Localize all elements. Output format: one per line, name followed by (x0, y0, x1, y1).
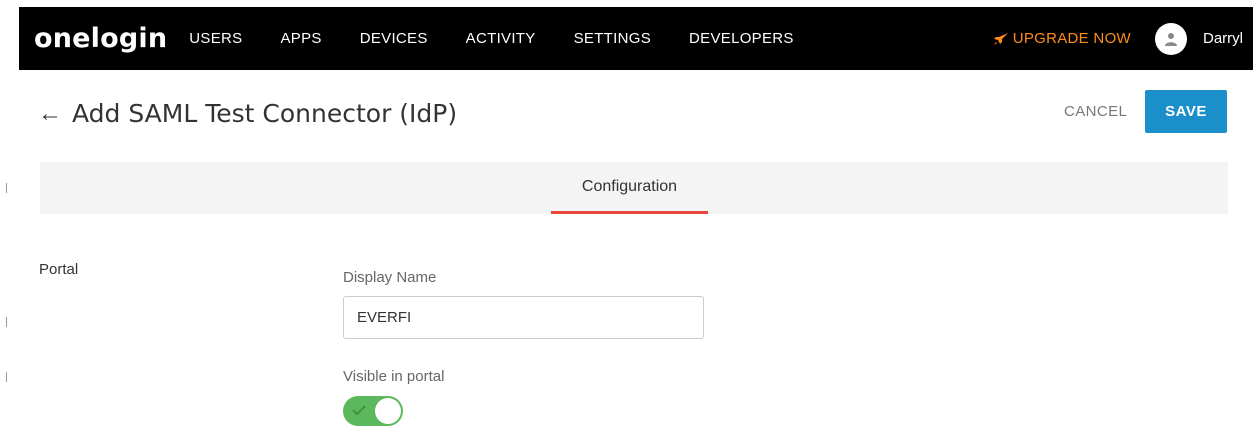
nav-item-users[interactable]: USERS (189, 30, 242, 47)
display-name-input[interactable] (343, 296, 704, 339)
tab-configuration-label: Configuration (581, 177, 678, 195)
portal-section-label: Portal (39, 261, 79, 278)
nav-item-developers[interactable]: DEVELOPERS (689, 30, 794, 47)
top-navigation-bar: onelogin USERS APPS DEVICES ACTIVITY SET… (19, 7, 1253, 70)
visible-in-portal-toggle[interactable] (343, 396, 403, 426)
onelogin-logo[interactable]: onelogin (34, 25, 167, 52)
nav-item-settings[interactable]: SETTINGS (574, 30, 651, 47)
save-button[interactable]: SAVE (1145, 90, 1227, 133)
page-header: ← Add SAML Test Connector (IdP) CANCEL S… (38, 90, 1228, 139)
tab-bar: Configuration (40, 162, 1228, 214)
upgrade-now-link[interactable]: UPGRADE NOW (993, 30, 1131, 47)
nav-item-apps[interactable]: APPS (280, 30, 321, 47)
cancel-button[interactable]: CANCEL (1064, 103, 1127, 120)
check-icon (352, 405, 366, 416)
back-arrow-icon[interactable]: ← (38, 101, 62, 126)
user-icon (1165, 32, 1177, 46)
rocket-icon (993, 32, 1008, 45)
user-name[interactable]: Darryl (1203, 30, 1243, 47)
upgrade-now-label: UPGRADE NOW (1012, 30, 1131, 47)
display-name-label: Display Name (343, 269, 437, 286)
user-avatar[interactable] (1155, 22, 1187, 55)
nav-item-devices[interactable]: DEVICES (360, 30, 428, 47)
toggle-knob (375, 398, 401, 424)
page-title: Add SAML Test Connector (IdP) (72, 99, 458, 128)
tab-configuration[interactable]: Configuration (551, 162, 708, 214)
top-bar-wrapper: onelogin USERS APPS DEVICES ACTIVITY SET… (0, 0, 1253, 70)
visible-in-portal-label: Visible in portal (343, 368, 445, 385)
window-edge-mark (6, 372, 7, 382)
window-edge-mark (6, 183, 7, 193)
nav-item-activity[interactable]: ACTIVITY (466, 30, 536, 47)
window-edge-mark (6, 317, 7, 327)
back-and-title: ← Add SAML Test Connector (IdP) (38, 99, 457, 128)
